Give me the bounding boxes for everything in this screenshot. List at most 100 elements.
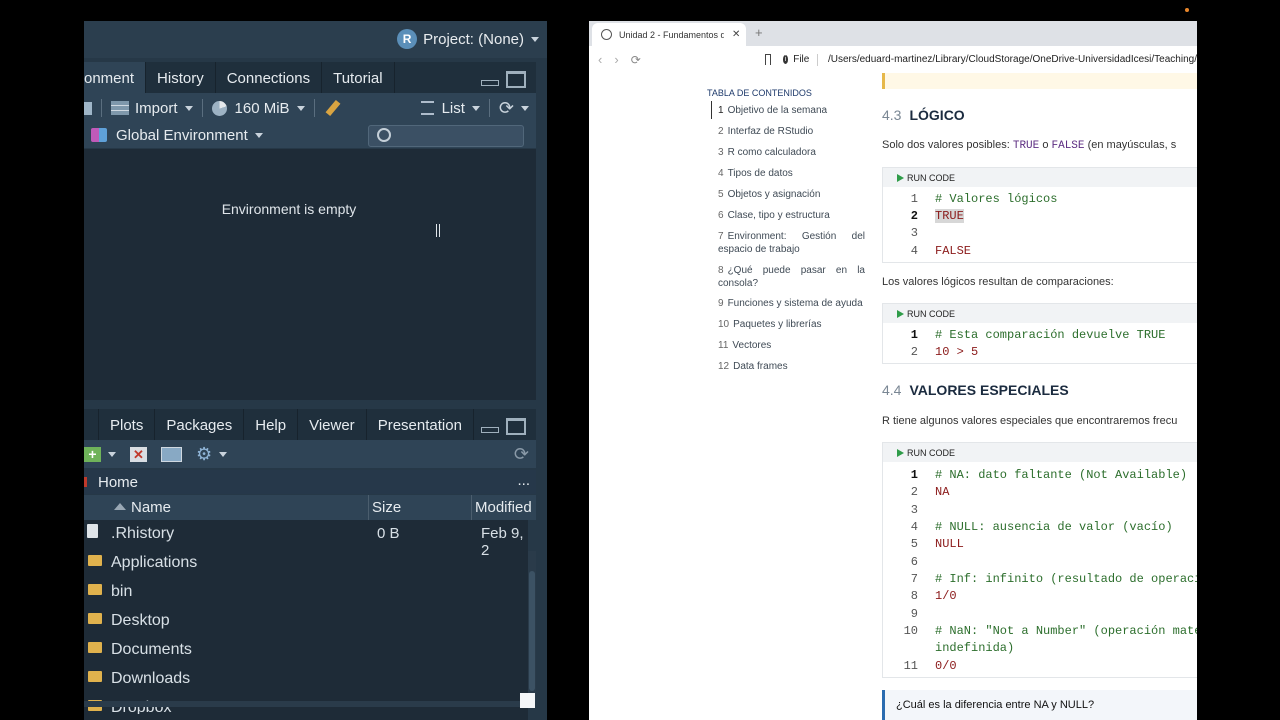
chevron-down-icon <box>521 105 529 111</box>
line-number: 2 <box>910 209 918 223</box>
tab-tutorial[interactable]: Tutorial <box>322 62 395 94</box>
run-code-button[interactable]: RUN CODE <box>883 443 1197 462</box>
toc-item[interactable]: 9 Funciones y sistema de ayuda <box>718 297 876 310</box>
tab-plots[interactable]: Plots <box>99 409 156 442</box>
files-list: .Rhistory 0 B Feb 9, 2 Applications bin … <box>84 520 528 720</box>
toc-label: Data frames <box>733 361 788 372</box>
file-name[interactable]: Documents <box>111 641 192 659</box>
run-code-label: RUN CODE <box>907 447 956 458</box>
back-icon[interactable]: ‹ <box>598 52 602 67</box>
maximize-pane-icon[interactable] <box>506 418 526 435</box>
code-line: 11 0/0 <box>883 659 1197 676</box>
go-to-directory-button[interactable]: ... <box>517 472 530 489</box>
refresh-files-button[interactable]: ⟳ <box>507 444 536 465</box>
toc-number: 12 <box>718 361 730 372</box>
new-tab-button[interactable]: + <box>755 25 763 40</box>
forward-icon[interactable]: › <box>614 52 618 67</box>
tab-environment[interactable]: onment <box>84 62 147 94</box>
tab-help[interactable]: Help <box>244 409 299 442</box>
toc-title: TABLA DE CONTENIDOS <box>707 88 812 98</box>
import-dataset-button[interactable]: Import <box>104 100 200 117</box>
column-header-name[interactable]: Name <box>131 499 171 516</box>
chevron-down-icon <box>108 451 116 457</box>
tab-history[interactable]: History <box>146 62 216 94</box>
code-text: # NaN: "Not a Number" (operación matem <box>935 624 1197 638</box>
toc-item[interactable]: 4 Tipos de datos <box>718 167 876 180</box>
toc-item[interactable]: 3R como calculadora <box>718 146 876 159</box>
delete-file-button[interactable]: ✕ <box>123 446 154 462</box>
files-vertical-scrollbar[interactable] <box>528 551 536 701</box>
folder-icon <box>88 555 102 566</box>
table-row[interactable]: Documents <box>84 636 528 665</box>
toc-item[interactable]: 6 Clase, tipo y estructura <box>718 209 876 222</box>
reload-icon[interactable]: ⟳ <box>631 53 641 67</box>
file-name[interactable]: Desktop <box>111 612 170 630</box>
project-menu[interactable]: R Project: (None) <box>397 27 539 51</box>
table-row[interactable]: Desktop <box>84 607 528 636</box>
code-line: indefinida) <box>883 641 1197 658</box>
chevron-down-icon <box>219 451 228 457</box>
toc-number: 8 <box>718 265 724 276</box>
table-row[interactable]: Applications <box>84 549 528 578</box>
column-header-modified[interactable]: Modified <box>475 499 532 516</box>
code-line: 1 # NA: dato faltante (Not Available) <box>883 468 1197 485</box>
address-bar[interactable]: /Users/eduard-martinez/Library/CloudStor… <box>828 54 1197 65</box>
file-name[interactable]: Downloads <box>111 670 190 688</box>
tab-packages[interactable]: Packages <box>155 409 245 442</box>
table-row[interactable]: bin <box>84 578 528 607</box>
toc-item[interactable]: 7 Environment: Gestión del espacio de tra… <box>718 230 865 256</box>
callout-box[interactable]: ¿Cuál es la diferencia entre NA y NULL? <box>882 690 1197 720</box>
toc-item[interactable]: 11 Vectores <box>718 339 876 352</box>
url-scheme-label: File <box>793 54 810 65</box>
line-number: 2 <box>910 485 918 499</box>
toc-item[interactable]: 12 Data frames <box>718 360 876 373</box>
toc-item[interactable]: 1 Objetivo de la semana <box>718 104 876 117</box>
minimize-pane-icon[interactable] <box>481 80 499 86</box>
environment-list: Environment is empty <box>84 149 536 400</box>
more-file-actions-button[interactable]: ⚙ <box>189 444 234 465</box>
save-workspace-button[interactable] <box>84 101 99 115</box>
table-row[interactable]: Downloads <box>84 665 528 694</box>
paragraph: R tiene algunos valores especiales que e… <box>882 415 1178 427</box>
file-name[interactable]: .Rhistory <box>111 525 174 543</box>
environment-selector[interactable]: Global Environment <box>84 127 270 144</box>
toc-item[interactable]: 10 Paquetes y librerías <box>718 318 876 331</box>
tab-viewer[interactable]: Viewer <box>298 409 367 442</box>
clear-workspace-button[interactable] <box>317 99 343 117</box>
tab-presentation[interactable]: Presentation <box>367 409 474 442</box>
scrollbar-thumb[interactable] <box>529 571 535 691</box>
table-row[interactable]: .Rhistory 0 B Feb 9, 2 <box>84 520 528 559</box>
file-name[interactable]: Applications <box>111 554 197 572</box>
refresh-environment-button[interactable]: ⟳ <box>492 98 536 119</box>
browser-tab[interactable]: Unidad 2 - Fundamentos de R ✕ <box>592 23 746 46</box>
bookmark-icon[interactable] <box>764 54 771 65</box>
breadcrumb-home[interactable]: Home <box>98 474 138 491</box>
maximize-pane-icon[interactable] <box>506 71 526 88</box>
line-number: 11 <box>903 659 918 673</box>
run-code-button[interactable]: RUN CODE <box>883 168 1197 187</box>
file-size: 0 B <box>377 525 400 542</box>
browser-tab-title: Unidad 2 - Fundamentos de R <box>619 29 724 40</box>
list-icon <box>420 101 434 115</box>
toc-item[interactable]: 8 ¿Qué puede pasar en la consola? <box>718 264 865 290</box>
code-line: 6 <box>883 555 1197 572</box>
code-line: 10 # NaN: "Not a Number" (operación matem <box>883 624 1197 641</box>
file-name[interactable]: bin <box>111 583 132 601</box>
toc-item[interactable]: 5 Objetos y asignación <box>718 188 876 201</box>
environment-search-input[interactable] <box>368 125 524 147</box>
toc-item[interactable]: 2 Interfaz de RStudio <box>718 125 876 138</box>
toc-label: Objetos y asignación <box>727 189 821 200</box>
url-divider <box>817 53 818 66</box>
memory-usage-button[interactable]: 160 MiB <box>205 100 312 117</box>
new-folder-button[interactable]: + <box>84 446 123 462</box>
column-header-size[interactable]: Size <box>372 499 401 516</box>
close-tab-icon[interactable]: ✕ <box>732 29 740 40</box>
tab-connections[interactable]: Connections <box>216 62 323 94</box>
tab-files[interactable] <box>84 409 99 442</box>
files-horizontal-scrollbar[interactable] <box>84 701 528 707</box>
rename-file-button[interactable] <box>154 446 189 462</box>
minimize-pane-icon[interactable] <box>481 427 499 433</box>
run-code-button[interactable]: RUN CODE <box>883 304 1197 323</box>
view-mode-button[interactable]: List <box>414 100 487 117</box>
rename-icon <box>161 446 182 462</box>
